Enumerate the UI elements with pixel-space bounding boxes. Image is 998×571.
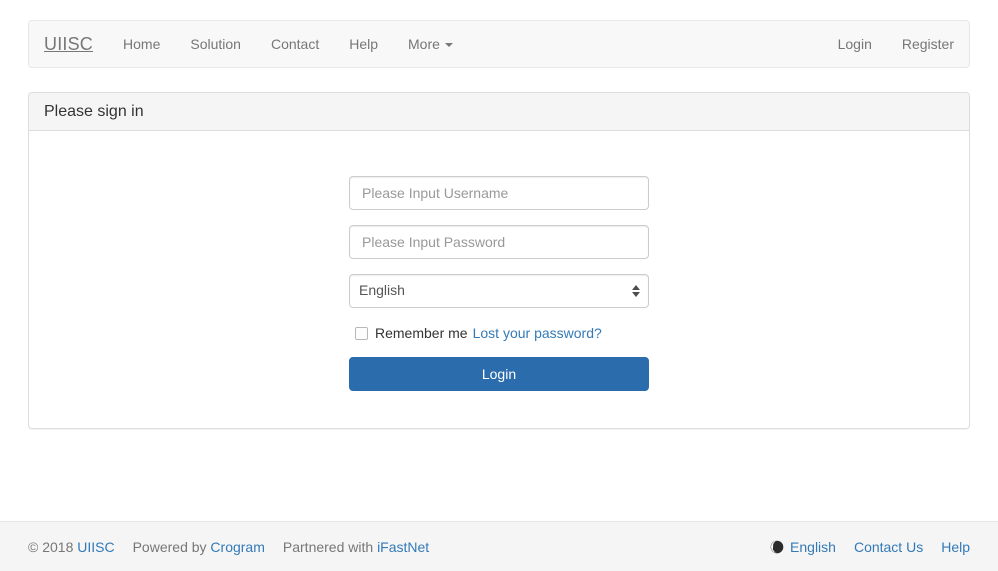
footer-inner: © 2018 UIISC Powered by Crogram Partnere… <box>0 539 998 555</box>
nav-item-help[interactable]: Help <box>334 21 393 67</box>
language-select[interactable]: English <box>349 274 649 308</box>
navbar-brand[interactable]: UIISC <box>29 21 108 67</box>
nav-item-more[interactable]: More <box>393 21 468 67</box>
nav-item-home[interactable]: Home <box>108 21 175 67</box>
globe-icon <box>770 540 784 554</box>
panel-body: English Remember me Lost your password? … <box>29 131 969 428</box>
navbar-right-group: Login Register <box>823 21 969 67</box>
footer-left-group: © 2018 UIISC Powered by Crogram Partnere… <box>28 539 429 555</box>
footer-powered-by: Powered by Crogram <box>133 539 265 555</box>
footer-powered-by-text: Powered by <box>132 538 207 555</box>
footer-brand-link[interactable]: UIISC <box>77 539 114 555</box>
remember-me-label: Remember me <box>375 325 468 341</box>
password-group <box>349 225 649 259</box>
footer-ifastnet-link[interactable]: iFastNet <box>377 539 429 555</box>
footer-language-link[interactable]: English <box>770 539 836 555</box>
footer-partnered-text: Partnered with <box>282 538 374 555</box>
page-footer: © 2018 UIISC Powered by Crogram Partnere… <box>0 521 998 571</box>
footer-language-label: English <box>790 538 836 555</box>
username-group <box>349 176 649 210</box>
remember-me-row: Remember me Lost your password? <box>349 323 649 343</box>
chevron-down-icon <box>444 43 453 48</box>
footer-contact-us-link[interactable]: Contact Us <box>854 539 923 555</box>
signin-panel: Please sign in English <box>28 92 970 429</box>
nav-item-solution[interactable]: Solution <box>175 21 256 67</box>
footer-copyright-year: © 2018 <box>28 538 74 555</box>
login-button[interactable]: Login <box>349 357 649 391</box>
nav-item-register[interactable]: Register <box>887 21 969 67</box>
remember-me-checkbox[interactable] <box>355 326 368 340</box>
lost-password-link[interactable]: Lost your password? <box>473 325 602 341</box>
page-root: UIISC Home Solution Contact Help More Lo… <box>0 0 998 571</box>
username-input[interactable] <box>349 176 649 210</box>
main-navbar: UIISC Home Solution Contact Help More Lo… <box>28 20 970 68</box>
footer-partnered-with: Partnered with iFastNet <box>283 539 429 555</box>
login-form: English Remember me Lost your password? … <box>349 151 649 391</box>
nav-item-login[interactable]: Login <box>823 21 887 67</box>
footer-right-group: English Contact Us Help <box>770 539 970 555</box>
language-group: English <box>349 274 649 308</box>
navbar-left-group: UIISC Home Solution Contact Help More <box>29 21 468 67</box>
nav-item-more-label: More <box>408 36 440 52</box>
footer-copyright: © 2018 UIISC <box>28 539 115 555</box>
language-select-wrap: English <box>349 274 649 308</box>
nav-item-contact[interactable]: Contact <box>256 21 334 67</box>
password-input[interactable] <box>349 225 649 259</box>
footer-crogram-link[interactable]: Crogram <box>210 539 264 555</box>
panel-heading: Please sign in <box>29 93 969 131</box>
footer-help-link[interactable]: Help <box>941 539 970 555</box>
page-title: Please sign in <box>44 102 144 120</box>
